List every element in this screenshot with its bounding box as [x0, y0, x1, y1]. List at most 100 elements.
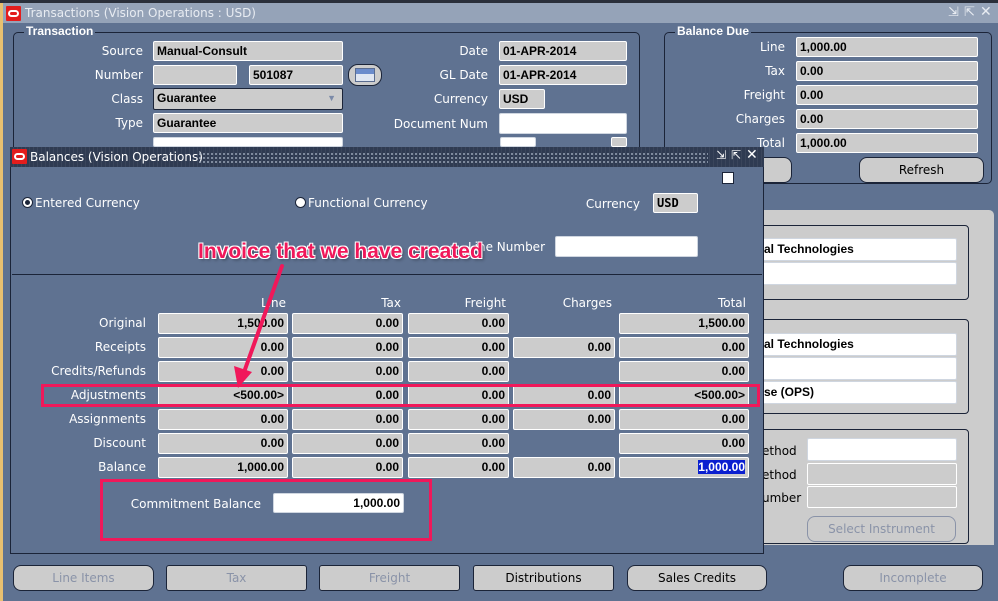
currency-field[interactable]: USD [499, 89, 545, 109]
cell-credits-refunds-tax[interactable]: 0.00 [292, 361, 403, 382]
refresh-label: Refresh [898, 163, 945, 177]
row-label-assignments: Assignments [69, 412, 146, 426]
incomplete-label: Incomplete [879, 571, 947, 585]
dialog-currency-label: Currency [585, 197, 640, 211]
receipt-method-field[interactable] [807, 438, 957, 461]
transaction-field[interactable] [500, 137, 536, 147]
cell-receipts-freight[interactable]: 0.00 [408, 337, 509, 358]
sold-to-field[interactable]: se (OPS) [760, 381, 957, 404]
cell-assignments-tax[interactable]: 0.00 [292, 409, 403, 430]
entered-currency-label[interactable]: Entered Currency [35, 196, 140, 210]
payment-method-field[interactable] [807, 463, 957, 485]
annotation-arrow [234, 264, 284, 388]
reference-field[interactable] [153, 137, 343, 147]
cell-original-tax[interactable]: 0.00 [292, 313, 403, 334]
bill-to-name-field[interactable]: al Technologies [760, 238, 957, 261]
main-window-title: Transactions (Vision Operations : USD) [25, 6, 256, 20]
cell-balance-total[interactable]: 1,000.00 [619, 457, 749, 478]
balances-dialog-title: Balances (Vision Operations) [30, 150, 203, 164]
sales-credits-label: Sales Credits [657, 571, 737, 585]
type-field[interactable]: Guarantee [153, 113, 343, 133]
document-num-label: Document Num [393, 117, 488, 131]
functional-currency-radio[interactable] [295, 197, 306, 208]
instrument-number-label: umber [762, 491, 802, 505]
cell-credits-refunds-total[interactable]: 0.00 [619, 361, 749, 382]
cell-assignments-line[interactable]: 0.00 [158, 409, 288, 430]
document-num-field[interactable] [499, 113, 627, 134]
close-icon[interactable]: ✕ [980, 4, 992, 20]
dialog-maximize-icon[interactable]: ⇱ [731, 148, 741, 162]
sales-credits-button[interactable]: Sales Credits [627, 565, 767, 591]
maximize-icon[interactable]: ⇱ [964, 5, 975, 20]
row-label-original: Original [99, 316, 146, 330]
refresh-button[interactable]: Refresh [859, 157, 984, 183]
cell-assignments-charges[interactable]: 0.00 [513, 409, 615, 430]
dialog-close-icon[interactable]: ✕ [746, 147, 758, 163]
balance-line-label: Line [759, 40, 785, 54]
cell-balance-tax[interactable]: 0.00 [292, 457, 403, 478]
incomplete-button[interactable]: Incomplete [843, 565, 983, 591]
date-label: Date [459, 44, 488, 58]
cell-balance-freight[interactable]: 0.00 [408, 457, 509, 478]
date-field[interactable]: 01-APR-2014 [499, 41, 627, 61]
dialog-currency-field[interactable]: USD [653, 193, 698, 213]
freight-label: Freight [368, 571, 411, 585]
distributions-button[interactable]: Distributions [473, 565, 614, 591]
cell-balance-line[interactable]: 1,000.00 [158, 457, 288, 478]
col-header-charges: Charges [562, 296, 612, 310]
row-label-discount: Discount [93, 436, 146, 450]
balance-charges-label: Charges [735, 112, 785, 126]
balance-charges-field[interactable]: 0.00 [796, 109, 978, 129]
line-number-field[interactable] [555, 236, 698, 257]
cell-credits-refunds-freight[interactable]: 0.00 [408, 361, 509, 382]
cell-assignments-total[interactable]: 0.00 [619, 409, 749, 430]
ship-to-location-field[interactable] [760, 357, 957, 380]
type-label: Type [115, 116, 143, 130]
adjustments-highlight-box [41, 384, 760, 407]
cell-receipts-total[interactable]: 0.00 [619, 337, 749, 358]
balance-total-field[interactable]: 1,000.00 [796, 133, 978, 153]
entered-currency-radio[interactable] [22, 197, 33, 208]
payment-method-label: ethod [762, 468, 797, 482]
cell-original-total[interactable]: 1,500.00 [619, 313, 749, 334]
cell-discount-line[interactable]: 0.00 [158, 433, 288, 454]
tax-button[interactable]: Tax [166, 565, 307, 591]
class-value: Guarantee [157, 91, 217, 105]
row-label-credits-refunds: Credits/Refunds [51, 364, 146, 378]
transaction-checkbox[interactable] [611, 137, 627, 147]
cell-discount-tax[interactable]: 0.00 [292, 433, 403, 454]
distributions-label: Distributions [505, 571, 582, 585]
cell-receipts-tax[interactable]: 0.00 [292, 337, 403, 358]
line-items-button[interactable]: Line Items [13, 565, 154, 591]
main-window-titlebar: Transactions (Vision Operations : USD) [3, 3, 998, 23]
functional-currency-label[interactable]: Functional Currency [308, 196, 428, 210]
arrow-shaft [241, 264, 284, 377]
number-prefix-field[interactable] [153, 65, 237, 85]
cell-balance-charges[interactable]: 0.00 [513, 457, 615, 478]
row-label-balance: Balance [98, 460, 146, 474]
cell-discount-freight[interactable]: 0.00 [408, 433, 509, 454]
gl-date-field[interactable]: 01-APR-2014 [499, 65, 627, 85]
dialog-checkbox[interactable] [722, 172, 734, 184]
cell-receipts-charges[interactable]: 0.00 [513, 337, 615, 358]
select-instrument-button[interactable]: Select Instrument [807, 516, 956, 542]
source-field[interactable]: Manual-Consult [153, 41, 343, 61]
ship-to-name-field[interactable]: al Technologies [760, 333, 957, 356]
minimize-icon[interactable]: ⇲ [948, 5, 959, 20]
cell-discount-total[interactable]: 0.00 [619, 433, 749, 454]
source-label: Source [101, 44, 143, 58]
dialog-minimize-icon[interactable]: ⇲ [716, 148, 726, 162]
cell-original-freight[interactable]: 0.00 [408, 313, 509, 334]
number-field[interactable]: 501087 [249, 65, 343, 85]
cell-assignments-freight[interactable]: 0.00 [408, 409, 509, 430]
bill-to-location-field[interactable] [760, 262, 957, 285]
freight-button[interactable]: Freight [319, 565, 460, 591]
glasses-icon [355, 68, 375, 82]
balance-tax-field[interactable]: 0.00 [796, 61, 978, 81]
instrument-number-field[interactable] [807, 486, 957, 508]
dialog-divider [12, 274, 762, 275]
glasses-button[interactable] [348, 64, 382, 86]
balance-line-field[interactable]: 1,000.00 [796, 37, 978, 57]
class-select[interactable]: Guarantee ▼ [153, 88, 343, 110]
balance-freight-field[interactable]: 0.00 [796, 85, 978, 105]
